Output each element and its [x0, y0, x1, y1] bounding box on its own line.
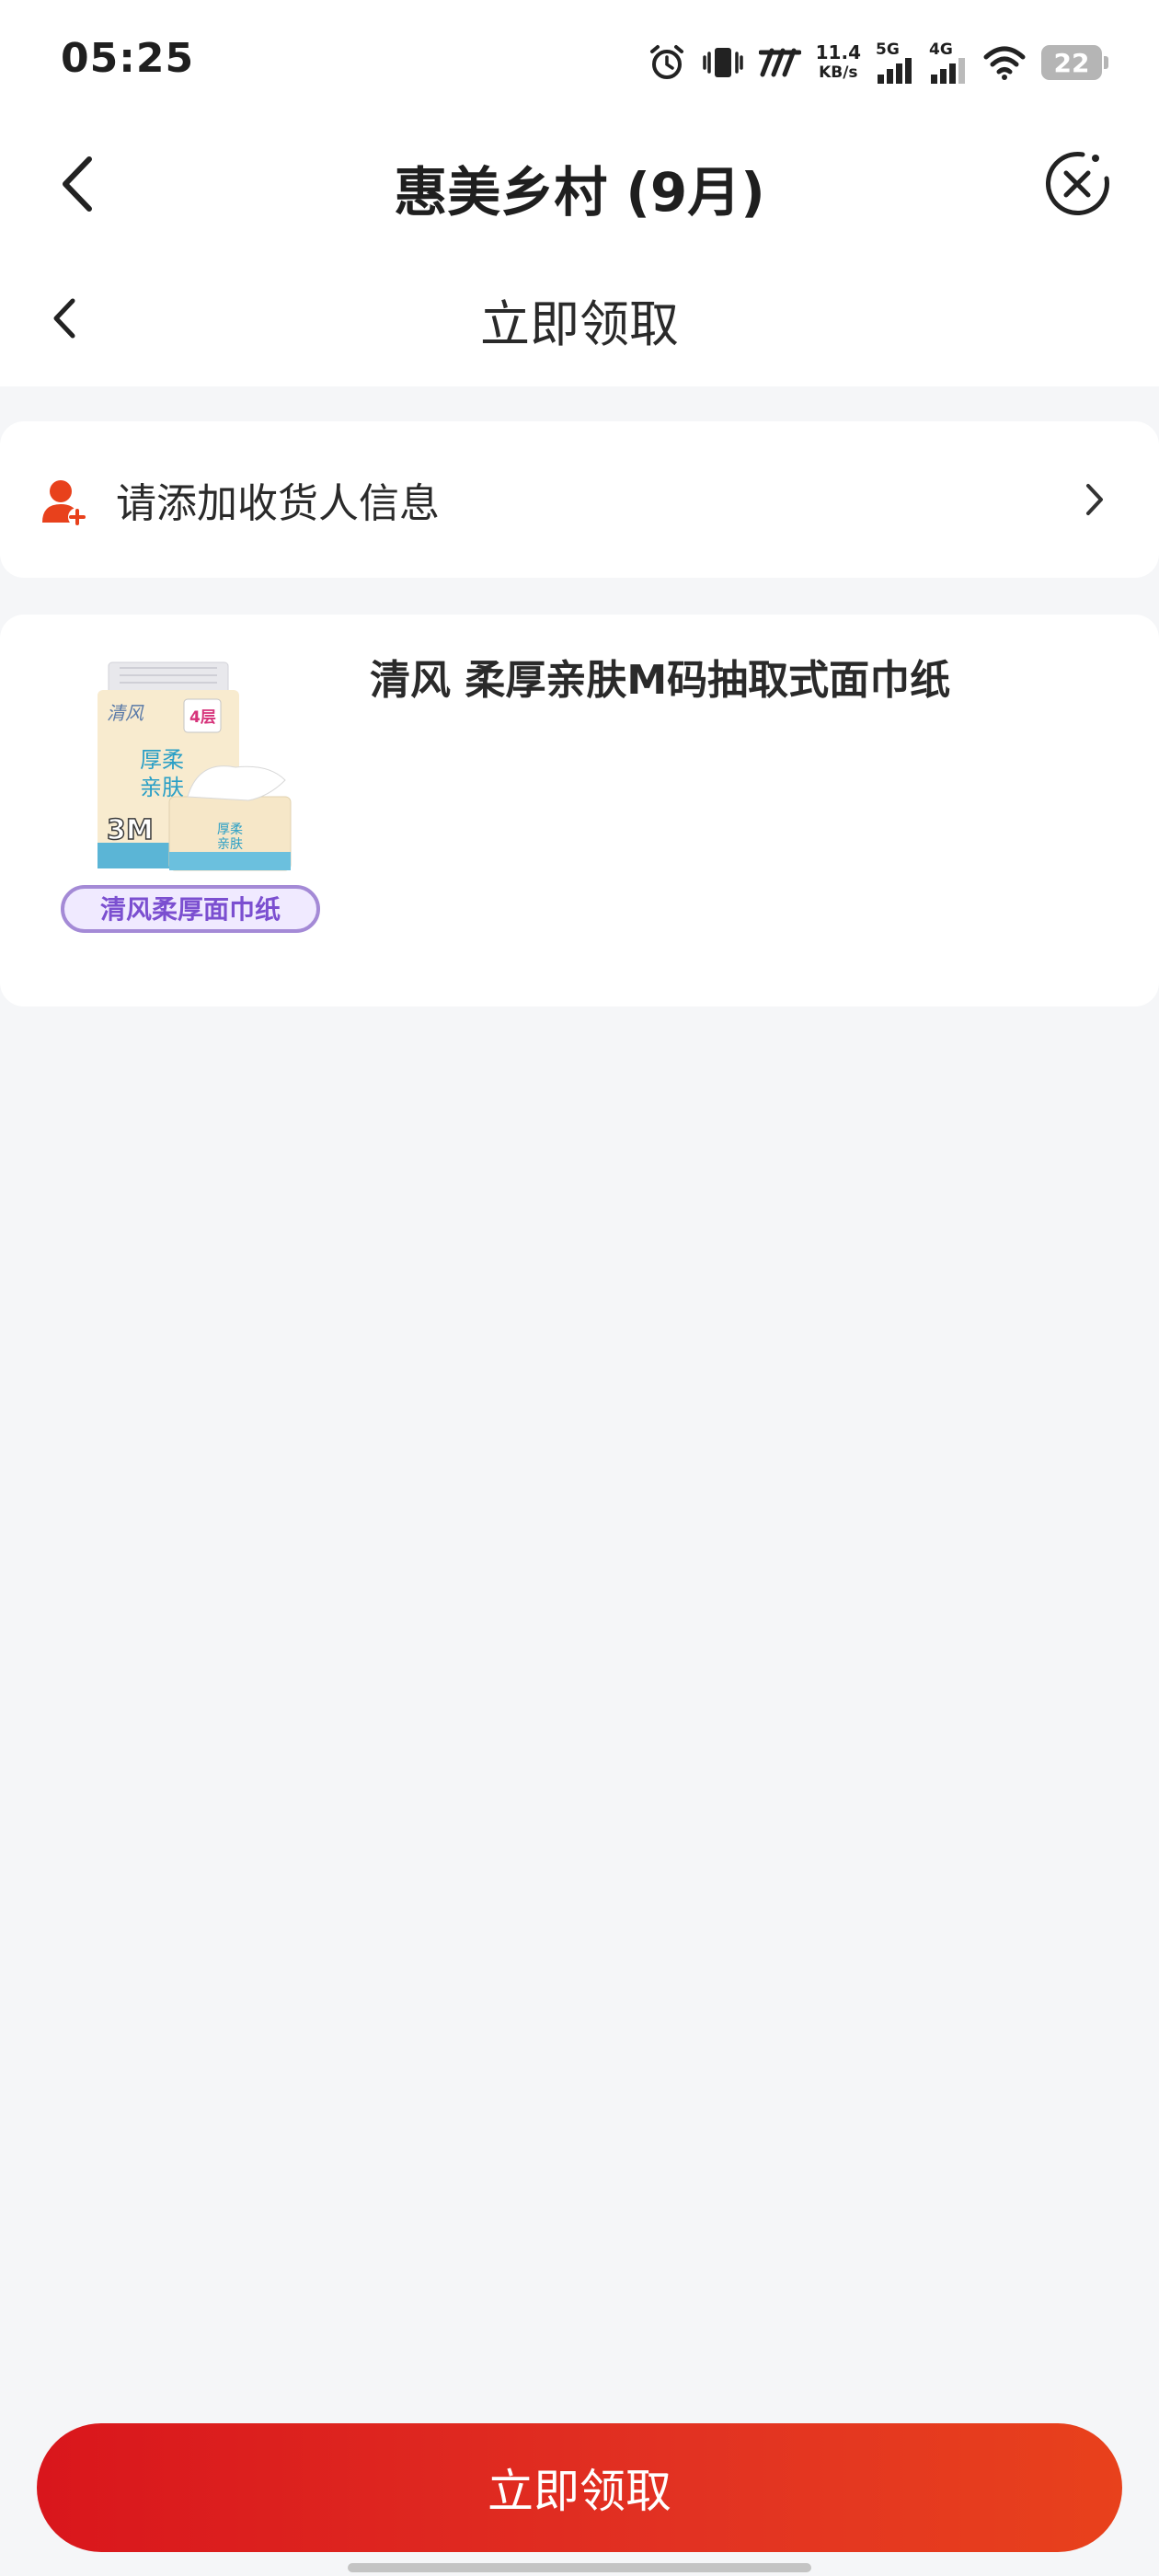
claim-now-button[interactable]: 立即领取: [37, 2423, 1122, 2552]
pack-corner-text: 4层: [189, 708, 216, 727]
nav-bar: 惠美乡村 (9月): [0, 120, 1159, 248]
wifi-icon: [983, 46, 1026, 80]
sub-title: 立即领取: [480, 295, 679, 353]
home-indicator: [348, 2563, 811, 2572]
alarm-icon: [649, 45, 683, 79]
vibrate-icon: [702, 48, 743, 77]
svg-text:亲肤: 亲肤: [217, 837, 243, 852]
add-address-label: 请添加收货人信息: [116, 480, 440, 527]
battery-indicator: 22: [1041, 45, 1108, 80]
status-icons: 11.4 KB/s 5G 4G 22: [647, 35, 1108, 90]
carrier-icon: [758, 48, 801, 77]
sub-nav-bar: 立即领取: [0, 248, 1159, 386]
add-address-row[interactable]: 请添加收货人信息: [0, 421, 1159, 578]
chevron-right-icon: [1076, 477, 1113, 523]
net-speed-unit: KB/s: [819, 63, 858, 82]
pack-size-text: 3M: [107, 814, 154, 846]
signal-bars-icon: [931, 58, 965, 84]
product-image-badge: 清风柔厚面巾纸: [100, 894, 281, 925]
svg-text:清风: 清风: [107, 702, 144, 724]
close-miniapp-button[interactable]: [1036, 143, 1119, 225]
product-card: 清风 4层 厚柔 亲肤 3M 厚柔 亲肤 清风柔厚面巾纸 清风 柔厚亲肤M码抽取…: [0, 615, 1159, 1006]
user-add-icon: [42, 480, 86, 526]
signal-5g-label: 5G: [876, 40, 900, 59]
product-image: 清风 4层 厚柔 亲肤 3M 厚柔 亲肤 清风柔厚面巾纸: [61, 661, 320, 933]
net-speed: 11.4 KB/s: [816, 42, 861, 83]
status-time: 05:25: [61, 35, 195, 82]
signal-4g: 4G: [929, 41, 968, 84]
svg-text:厚柔: 厚柔: [217, 822, 243, 837]
status-bar: 05:25 11.4 KB/s 5G 4G 22: [0, 0, 1159, 120]
close-circle-icon: [1045, 152, 1109, 216]
signal-5g: 5G: [876, 41, 914, 84]
net-speed-value: 11.4: [815, 41, 861, 63]
pack-text-1: 厚柔: [140, 747, 184, 773]
signal-4g-label: 4G: [929, 40, 953, 59]
page-title: 惠美乡村 (9月): [394, 161, 765, 224]
product-name: 清风 柔厚亲肤M码抽取式面巾纸: [370, 657, 951, 704]
signal-bars-icon: [878, 58, 912, 84]
